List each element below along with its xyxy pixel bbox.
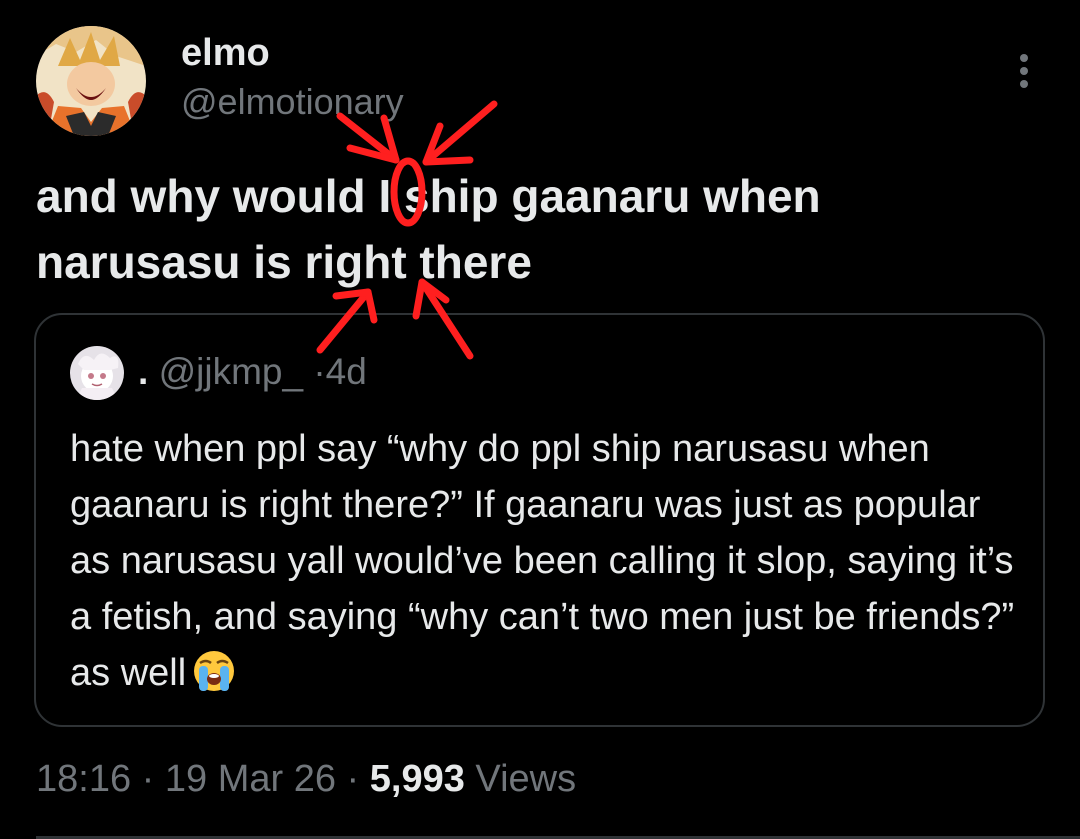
arrow-mark (346, 114, 400, 164)
quote-avatar[interactable] (70, 346, 124, 400)
tweet-time[interactable]: 18:16 (36, 758, 131, 800)
quote-age[interactable]: 4d (326, 351, 367, 392)
tweet-text: and why would I ship gaanaru when narusa… (36, 170, 821, 288)
tweet-date[interactable]: 19 Mar 26 (165, 758, 336, 800)
views-label: Views (475, 758, 577, 800)
loudly-crying-face-icon (194, 651, 235, 691)
more-options-button[interactable] (1004, 48, 1044, 92)
author-display-name[interactable]: elmo (181, 30, 270, 76)
arrow-mark (422, 100, 498, 166)
tweet-metadata: 18:16 · 19 Mar 26 · 5,993 Views (36, 755, 576, 803)
quote-display-name[interactable]: . (138, 351, 148, 392)
arrow-mark (422, 122, 474, 166)
quote-separator: · (313, 351, 326, 392)
more-dot-icon (1020, 54, 1028, 62)
more-dot-icon (1020, 80, 1028, 88)
anime-avatar-icon (70, 346, 124, 400)
meta-separator: · (141, 758, 155, 800)
quote-header: . @jjkmp_ ·4d (138, 349, 367, 395)
more-dot-icon (1020, 67, 1028, 75)
meta-separator: · (346, 758, 360, 800)
quoted-tweet-card[interactable]: . @jjkmp_ ·4d hate when ppl say “why do … (34, 313, 1045, 727)
quote-handle[interactable]: @jjkmp_ (159, 351, 303, 392)
views-count[interactable]: 5,993 (370, 758, 465, 800)
author-avatar[interactable] (36, 26, 146, 136)
anime-avatar-icon (36, 26, 146, 136)
quote-text: hate when ppl say “why do ppl ship narus… (70, 421, 1030, 701)
author-handle[interactable]: @elmotionary (181, 80, 404, 124)
